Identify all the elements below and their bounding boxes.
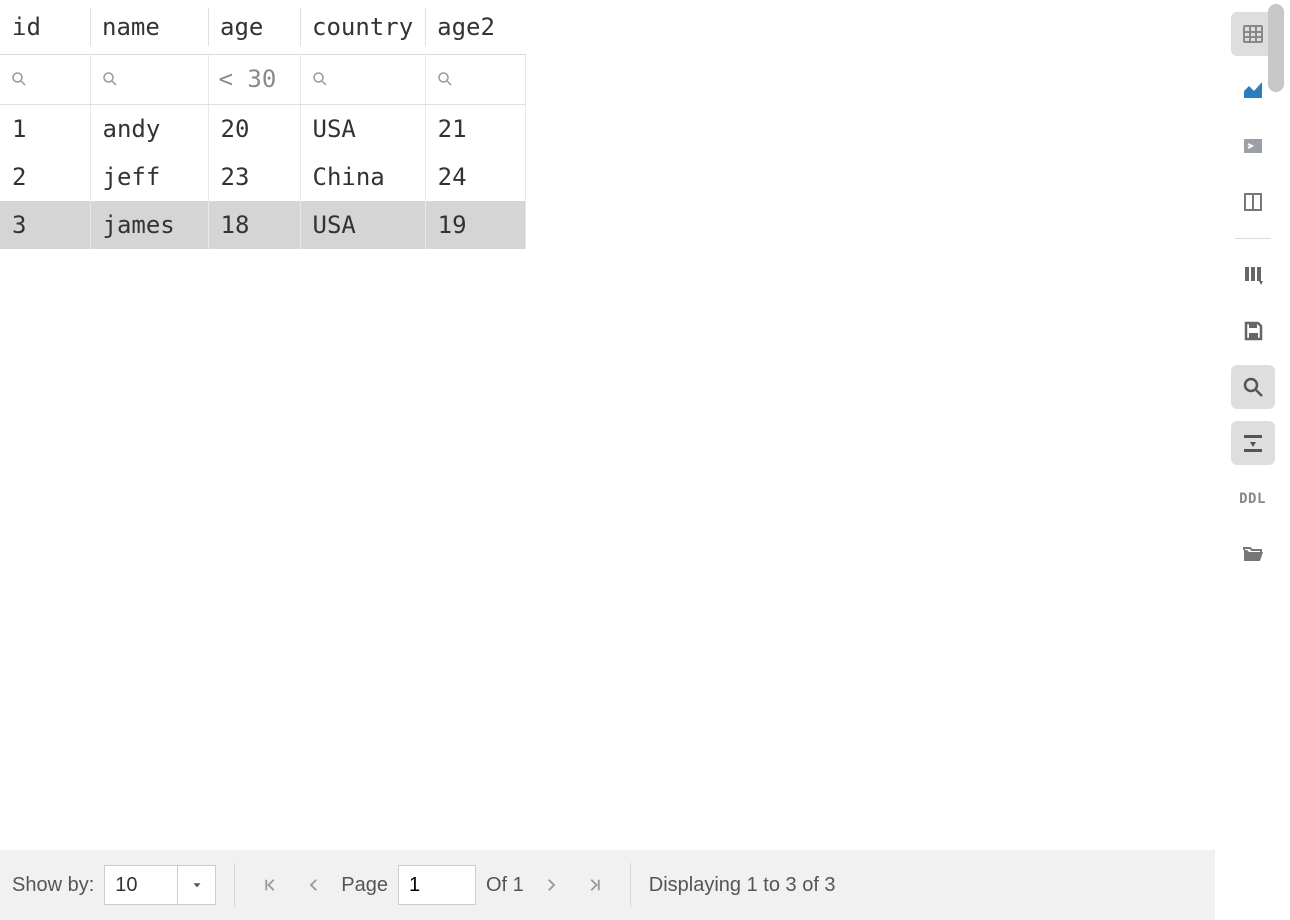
show-by-label: Show by: xyxy=(12,874,94,897)
page-of-text: Of 1 xyxy=(486,874,524,897)
column-header-label: country xyxy=(312,13,413,41)
column-header-label: age xyxy=(220,13,263,41)
scrollbar-thumb[interactable] xyxy=(1268,4,1284,92)
column-header-country[interactable]: country xyxy=(300,0,425,54)
divider xyxy=(630,863,631,907)
transpose-button[interactable] xyxy=(1231,421,1275,465)
pagination-bar: Show by: 10 Page Of 1 Displaying 1 to 3 … xyxy=(0,850,1215,920)
cell-age2[interactable]: 21 xyxy=(425,104,525,153)
save-button[interactable] xyxy=(1231,309,1275,353)
table-row[interactable]: 1andy20USA21 xyxy=(0,104,525,153)
right-toolbar: DDL xyxy=(1215,0,1290,920)
next-page-button[interactable] xyxy=(534,868,568,902)
folder-open-icon xyxy=(1241,543,1265,567)
cell-age[interactable]: 20 xyxy=(208,104,300,153)
cell-name[interactable]: jeff xyxy=(90,153,208,201)
column-settings-icon xyxy=(1241,263,1265,287)
save-icon xyxy=(1241,319,1265,343)
column-header-name[interactable]: name xyxy=(90,0,208,54)
cell-age2[interactable]: 24 xyxy=(425,153,525,201)
search-icon xyxy=(311,70,415,88)
last-page-button[interactable] xyxy=(578,868,612,902)
cell-id[interactable]: 3 xyxy=(0,201,90,249)
search-icon xyxy=(1241,375,1265,399)
column-header-label: id xyxy=(12,13,41,41)
columns-icon xyxy=(1241,190,1265,214)
cell-age2[interactable]: 19 xyxy=(425,201,525,249)
header-row: id name age country age2 xyxy=(0,0,525,54)
cell-name[interactable]: james xyxy=(90,201,208,249)
column-header-age[interactable]: age xyxy=(208,0,300,54)
prev-page-button[interactable] xyxy=(297,868,331,902)
last-page-icon xyxy=(586,876,604,894)
column-header-label: name xyxy=(102,13,160,41)
search-icon xyxy=(10,70,80,88)
cell-age[interactable]: 18 xyxy=(208,201,300,249)
pagination-status: Displaying 1 to 3 of 3 xyxy=(649,874,836,897)
column-header-age2[interactable]: age2 xyxy=(425,0,525,54)
cell-id[interactable]: 1 xyxy=(0,104,90,153)
cell-country[interactable]: USA xyxy=(300,201,425,249)
table-row[interactable]: 3james18USA19 xyxy=(0,201,525,249)
divider xyxy=(234,863,235,907)
filter-cell-age[interactable]: < 30 xyxy=(208,54,300,104)
search-button[interactable] xyxy=(1231,365,1275,409)
filter-cell-age2[interactable] xyxy=(425,54,525,104)
column-header-label: age2 xyxy=(437,13,495,41)
search-icon xyxy=(436,70,515,88)
first-page-button[interactable] xyxy=(253,868,287,902)
folder-open-button[interactable] xyxy=(1231,533,1275,577)
console-icon xyxy=(1241,134,1265,158)
show-by-dropdown[interactable]: 10 xyxy=(104,865,216,905)
chart-view-icon xyxy=(1241,78,1265,102)
page-input[interactable] xyxy=(398,865,476,905)
console-button[interactable] xyxy=(1231,124,1275,168)
first-page-icon xyxy=(261,876,279,894)
transpose-icon xyxy=(1241,431,1265,455)
ddl-icon: DDL xyxy=(1239,491,1266,507)
filter-cell-id[interactable] xyxy=(0,54,90,104)
filter-value: < 30 xyxy=(219,65,277,93)
split-columns-button[interactable] xyxy=(1231,180,1275,224)
toolbar-divider xyxy=(1235,238,1271,239)
table-row[interactable]: 2jeff23China24 xyxy=(0,153,525,201)
search-icon xyxy=(101,70,198,88)
ddl-button[interactable]: DDL xyxy=(1231,477,1275,521)
cell-name[interactable]: andy xyxy=(90,104,208,153)
filter-row: < 30 xyxy=(0,54,525,104)
page-label: Page xyxy=(341,874,388,897)
show-by-value: 10 xyxy=(105,866,177,904)
cell-country[interactable]: China xyxy=(300,153,425,201)
cell-id[interactable]: 2 xyxy=(0,153,90,201)
chevron-right-icon xyxy=(542,876,560,894)
data-grid: id name age country age2 xyxy=(0,0,1215,850)
column-header-id[interactable]: id xyxy=(0,0,90,54)
filter-cell-name[interactable] xyxy=(90,54,208,104)
table-view-icon xyxy=(1241,22,1265,46)
filter-cell-country[interactable] xyxy=(300,54,425,104)
results-table: id name age country age2 xyxy=(0,0,526,249)
cell-age[interactable]: 23 xyxy=(208,153,300,201)
column-settings-button[interactable] xyxy=(1231,253,1275,297)
cell-country[interactable]: USA xyxy=(300,104,425,153)
chevron-left-icon xyxy=(305,876,323,894)
chevron-down-icon xyxy=(177,866,215,904)
